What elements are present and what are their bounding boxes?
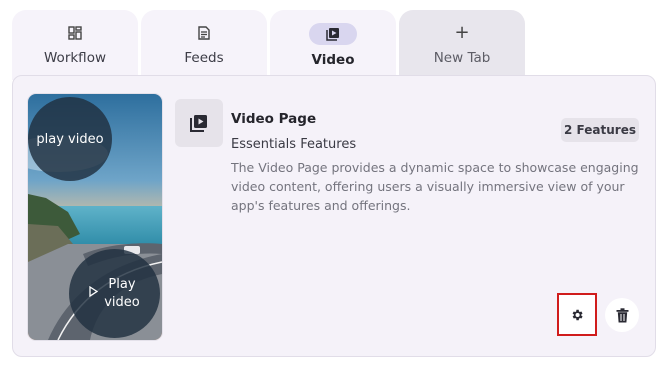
tab-label: Workflow <box>44 50 106 66</box>
video-label: video <box>104 294 140 310</box>
play-video-button[interactable]: play video <box>28 97 112 181</box>
tab-label: New Tab <box>433 50 491 66</box>
video-thumbnail[interactable]: play video Play video <box>28 94 162 340</box>
play-video-overlay-button[interactable]: Play video <box>69 249 160 338</box>
gear-icon <box>572 309 583 320</box>
document-icon <box>198 23 210 43</box>
tab-new-tab[interactable]: + New Tab <box>399 10 525 80</box>
play-icon <box>89 285 99 303</box>
dashboard-icon <box>68 23 82 43</box>
tab-workflow[interactable]: Workflow <box>12 10 138 80</box>
tab-feeds[interactable]: Feeds <box>141 10 267 80</box>
settings-button[interactable] <box>557 293 597 336</box>
plus-icon: + <box>454 22 470 43</box>
trash-icon <box>616 307 628 322</box>
tab-video[interactable]: Video <box>270 10 396 80</box>
tab-label: Video <box>311 52 355 68</box>
play-video-label: play video <box>36 131 104 147</box>
feature-card: play video Play video Video Page Essenti… <box>12 75 656 357</box>
delete-button[interactable] <box>605 298 639 332</box>
features-count-badge: 2 Features <box>561 118 639 142</box>
video-page-icon <box>175 99 223 147</box>
video-library-icon <box>309 23 357 45</box>
play-label: Play <box>108 276 136 292</box>
tab-label: Feeds <box>184 50 224 66</box>
card-title: Video Page <box>231 111 317 127</box>
card-subtitle: Essentials Features <box>231 137 357 152</box>
card-description: The Video Page provides a dynamic space … <box>231 160 639 213</box>
video-library-icon <box>190 115 207 132</box>
